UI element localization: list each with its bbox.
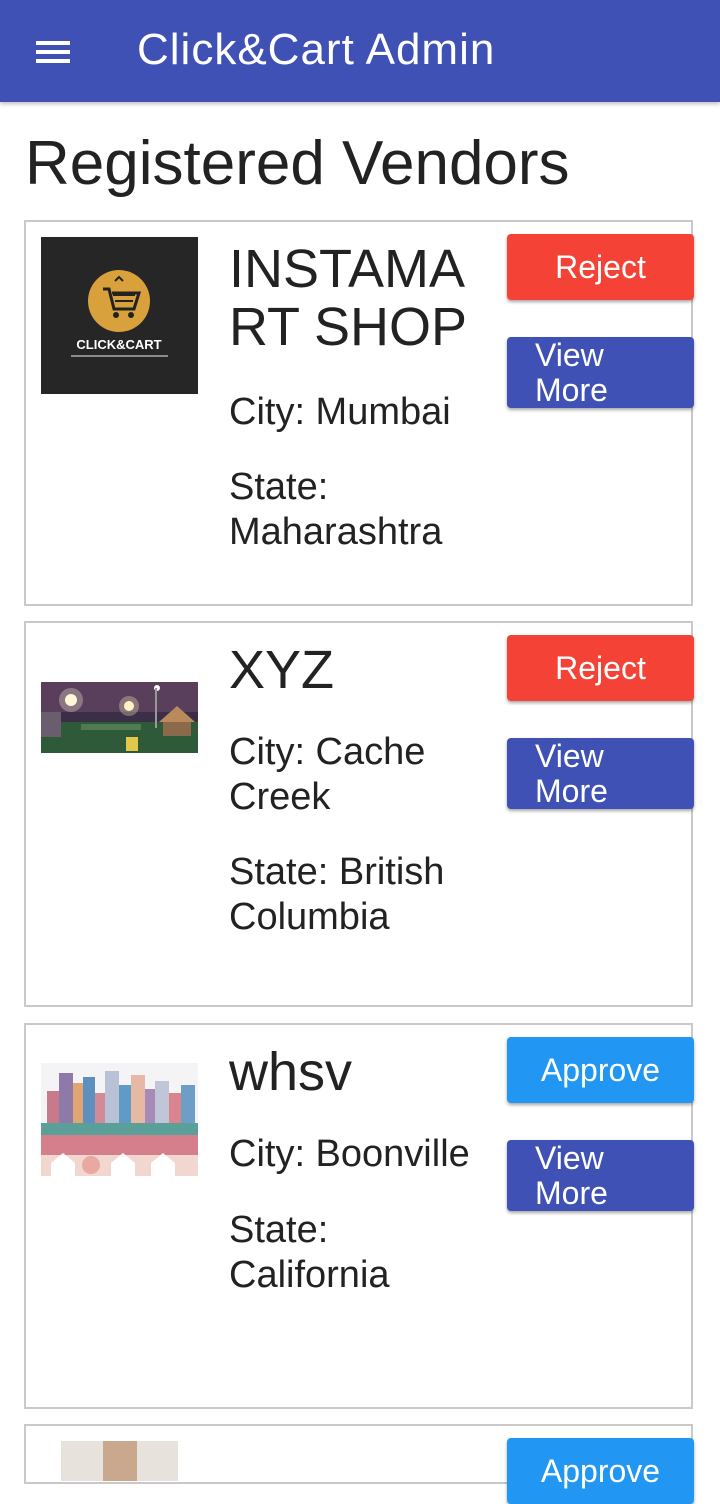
vendor-city: City: Boonville (229, 1133, 470, 1175)
view-more-button[interactable]: View More (507, 738, 694, 809)
app-bar: Click&Cart Admin (0, 0, 720, 102)
vendor-name: INSTAMART SHOP (229, 239, 468, 357)
view-more-button[interactable]: View More (507, 337, 694, 408)
view-more-label: View More (535, 336, 608, 408)
vendor-city: City: Cache Creek (229, 731, 426, 818)
person-photo (41, 1441, 198, 1481)
vendor-card: Approve (24, 1424, 694, 1504)
night-fair-photo (41, 682, 198, 753)
view-more-label: View More (535, 1139, 608, 1211)
view-more-label: View More (535, 737, 608, 809)
vendor-state: State: Maharashtra (229, 466, 443, 553)
click-and-cart-logo: CLICK&CART (41, 237, 198, 394)
vendor-state: State: British Columbia (229, 851, 445, 938)
reject-button[interactable]: Reject (507, 635, 694, 701)
vendor-card: XYZ City: Cache Creek State: British Col… (24, 621, 694, 1007)
vendor-name: whsv (229, 1042, 353, 1102)
approve-button[interactable]: Approve (507, 1438, 694, 1504)
hamburger-menu-icon[interactable] (28, 28, 76, 76)
vendor-name: XYZ (229, 640, 335, 700)
vendor-card: CLICK&CART INSTAMART SHOP City: Mumbai S… (24, 220, 694, 606)
view-more-button[interactable]: View More (507, 1140, 694, 1211)
page-title: Registered Vendors (25, 129, 570, 198)
city-skyline-illustration (41, 1063, 198, 1176)
logo-text: CLICK&CART (76, 337, 161, 352)
vendor-city: City: Mumbai (229, 391, 451, 433)
vendor-state: State: California (229, 1209, 390, 1296)
vendor-card: whsv City: Boonville State: California A… (24, 1023, 694, 1409)
reject-button[interactable]: Reject (507, 234, 694, 300)
approve-button[interactable]: Approve (507, 1037, 694, 1103)
app-title: Click&Cart Admin (137, 25, 496, 74)
